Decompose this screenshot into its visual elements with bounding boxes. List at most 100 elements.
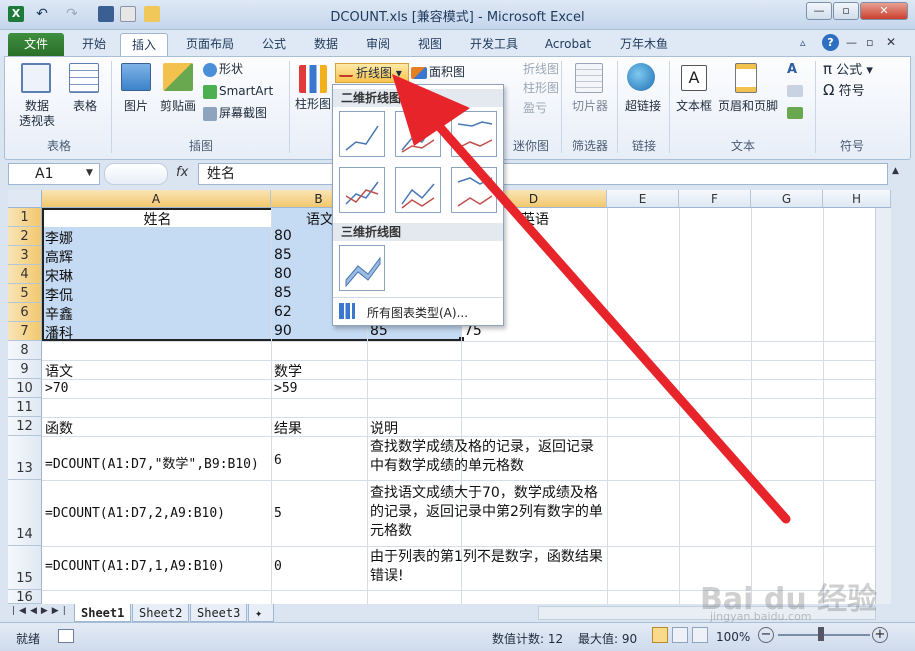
all-chart-types-link[interactable]: 所有图表类型(A)... bbox=[367, 304, 468, 321]
sparkline-line-button[interactable]: 折线图 bbox=[523, 62, 559, 77]
row-header-12[interactable]: 12 bbox=[8, 417, 42, 436]
vertical-scrollbar[interactable] bbox=[875, 208, 891, 604]
textbox-button[interactable]: 文本框 bbox=[673, 99, 715, 114]
col-header-h[interactable]: H bbox=[823, 190, 891, 208]
cell-a1[interactable]: 姓名 bbox=[44, 209, 269, 229]
minimize-button[interactable]: — bbox=[806, 2, 832, 20]
table-button[interactable]: 表格 bbox=[65, 99, 105, 114]
object-icon[interactable] bbox=[787, 107, 803, 119]
tab-page-layout[interactable]: 页面布局 bbox=[176, 33, 244, 56]
cell-c15[interactable]: 由于列表的第1列不是数字，函数结果错误! bbox=[368, 548, 606, 588]
pivot-table-button[interactable]: 数据 透视表 bbox=[11, 99, 63, 129]
sheet-tab-sheet3[interactable]: Sheet3 bbox=[190, 604, 248, 622]
cell-c14[interactable]: 查找语文成绩大于70，数学成绩及格的记录，返回记录中第2列有数字的单元格数 bbox=[368, 484, 606, 544]
row-header-2[interactable]: 2 bbox=[8, 227, 42, 246]
doc-restore-icon[interactable]: ▫ bbox=[866, 36, 873, 49]
screenshot-button[interactable]: 屏幕截图 bbox=[219, 106, 267, 121]
percent-line-option[interactable] bbox=[451, 111, 497, 157]
cell-a2[interactable]: 李娜 bbox=[43, 228, 73, 248]
cell-b7[interactable]: 90 bbox=[272, 323, 292, 339]
cell-a15[interactable]: =DCOUNT(A1:D7,1,A9:B10) bbox=[43, 559, 269, 574]
smartart-button[interactable]: SmartArt bbox=[219, 84, 273, 99]
ribbon-collapse-icon[interactable]: ▵ bbox=[800, 36, 814, 50]
col-header-f[interactable]: F bbox=[679, 190, 751, 208]
line-markers-option[interactable] bbox=[339, 167, 385, 213]
formula-bar-splitter[interactable] bbox=[104, 163, 168, 185]
cell-b5[interactable]: 85 bbox=[272, 285, 292, 301]
tab-wannian[interactable]: 万年木鱼 bbox=[608, 33, 680, 56]
page-layout-view-icon[interactable] bbox=[672, 627, 688, 643]
maximize-button[interactable]: ▫ bbox=[833, 2, 859, 20]
tab-home[interactable]: 开始 bbox=[72, 33, 116, 56]
hyperlink-button[interactable]: 超链接 bbox=[619, 99, 667, 114]
line-chart-option[interactable] bbox=[339, 111, 385, 157]
cell-b13[interactable]: 6 bbox=[272, 453, 282, 468]
cell-c13[interactable]: 查找数学成绩及格的记录，返回记录中有数学成绩的单元格数 bbox=[368, 438, 606, 478]
close-button[interactable]: ✕ bbox=[860, 2, 908, 20]
row-header-4[interactable]: 4 bbox=[8, 265, 42, 284]
col-header-g[interactable]: G bbox=[751, 190, 823, 208]
cell-b12[interactable]: 结果 bbox=[272, 418, 302, 438]
clipart-button[interactable]: 剪贴画 bbox=[157, 99, 199, 114]
row-header-14[interactable]: 14 bbox=[8, 480, 42, 546]
row-header-6[interactable]: 6 bbox=[8, 303, 42, 322]
cell-b9[interactable]: 数学 bbox=[272, 361, 302, 381]
equation-button[interactable]: π 公式 ▾ bbox=[823, 62, 873, 79]
zoom-slider-thumb[interactable] bbox=[818, 627, 824, 641]
row-header-8[interactable]: 8 bbox=[8, 341, 42, 360]
wordart-icon[interactable]: A bbox=[787, 63, 805, 77]
sheet-tab-sheet1[interactable]: Sheet1 bbox=[74, 604, 132, 622]
row-header-1[interactable]: 1 bbox=[8, 208, 42, 227]
insert-function-icon[interactable]: fx bbox=[176, 165, 188, 180]
row-header-10[interactable]: 10 bbox=[8, 379, 42, 398]
tab-insert[interactable]: 插入 bbox=[120, 33, 168, 56]
cell-b6[interactable]: 62 bbox=[272, 304, 292, 320]
cell-a3[interactable]: 高辉 bbox=[43, 247, 73, 267]
row-header-16[interactable]: 16 bbox=[8, 590, 42, 604]
cell-b14[interactable]: 5 bbox=[272, 506, 282, 521]
line-3d-option[interactable] bbox=[339, 245, 385, 291]
formula-input[interactable]: 姓名 bbox=[198, 163, 888, 185]
cell-c12[interactable]: 说明 bbox=[368, 418, 398, 438]
percent-line-markers-option[interactable] bbox=[451, 167, 497, 213]
expand-formula-icon[interactable]: ▲ bbox=[892, 166, 899, 176]
shapes-button[interactable]: 形状 bbox=[219, 62, 243, 77]
doc-minimize-icon[interactable]: — bbox=[846, 36, 857, 49]
insert-sheet-icon[interactable]: ✦ bbox=[248, 604, 274, 622]
doc-close-icon[interactable]: ✕ bbox=[886, 35, 896, 49]
cell-b15[interactable]: 0 bbox=[272, 559, 282, 574]
sparkline-winloss-button[interactable]: 盈亏 bbox=[523, 101, 547, 116]
cell-a9[interactable]: 语文 bbox=[43, 361, 73, 381]
row-header-13[interactable]: 13 bbox=[8, 436, 42, 480]
slicer-button[interactable]: 切片器 bbox=[565, 99, 615, 114]
cell-b4[interactable]: 80 bbox=[272, 266, 292, 282]
area-chart-button[interactable]: 面积图 bbox=[429, 65, 465, 80]
row-header-15[interactable]: 15 bbox=[8, 546, 42, 590]
select-all-corner[interactable] bbox=[8, 190, 42, 208]
tab-review[interactable]: 审阅 bbox=[356, 33, 400, 56]
picture-button[interactable]: 图片 bbox=[115, 99, 157, 114]
cell-a10[interactable]: >70 bbox=[43, 381, 68, 396]
cell-a14[interactable]: =DCOUNT(A1:D7,2,A9:B10) bbox=[43, 506, 269, 521]
zoom-level[interactable]: 100% bbox=[716, 630, 750, 644]
cell-a12[interactable]: 函数 bbox=[43, 418, 73, 438]
row-header-7[interactable]: 7 bbox=[8, 322, 42, 341]
row-header-9[interactable]: 9 bbox=[8, 360, 42, 379]
signature-icon[interactable] bbox=[787, 85, 803, 97]
sparkline-column-button[interactable]: 柱形图 bbox=[523, 81, 559, 96]
cell-b3[interactable]: 85 bbox=[272, 247, 292, 263]
tab-data[interactable]: 数据 bbox=[304, 33, 348, 56]
cell-b2[interactable]: 80 bbox=[272, 228, 292, 244]
row-header-11[interactable]: 11 bbox=[8, 398, 42, 417]
cell-a4[interactable]: 宋琳 bbox=[43, 266, 73, 286]
row-header-3[interactable]: 3 bbox=[8, 246, 42, 265]
name-box-dropdown-icon[interactable]: ▼ bbox=[86, 168, 93, 178]
cell-b10[interactable]: >59 bbox=[272, 381, 297, 396]
normal-view-icon[interactable] bbox=[652, 627, 668, 643]
symbol-button[interactable]: Ω 符号 bbox=[823, 83, 865, 100]
tab-formulas[interactable]: 公式 bbox=[252, 33, 296, 56]
cell-a7[interactable]: 潘科 bbox=[43, 323, 73, 343]
stacked-line-option[interactable] bbox=[395, 111, 441, 157]
row-header-5[interactable]: 5 bbox=[8, 284, 42, 303]
sheet-tab-sheet2[interactable]: Sheet2 bbox=[132, 604, 190, 622]
